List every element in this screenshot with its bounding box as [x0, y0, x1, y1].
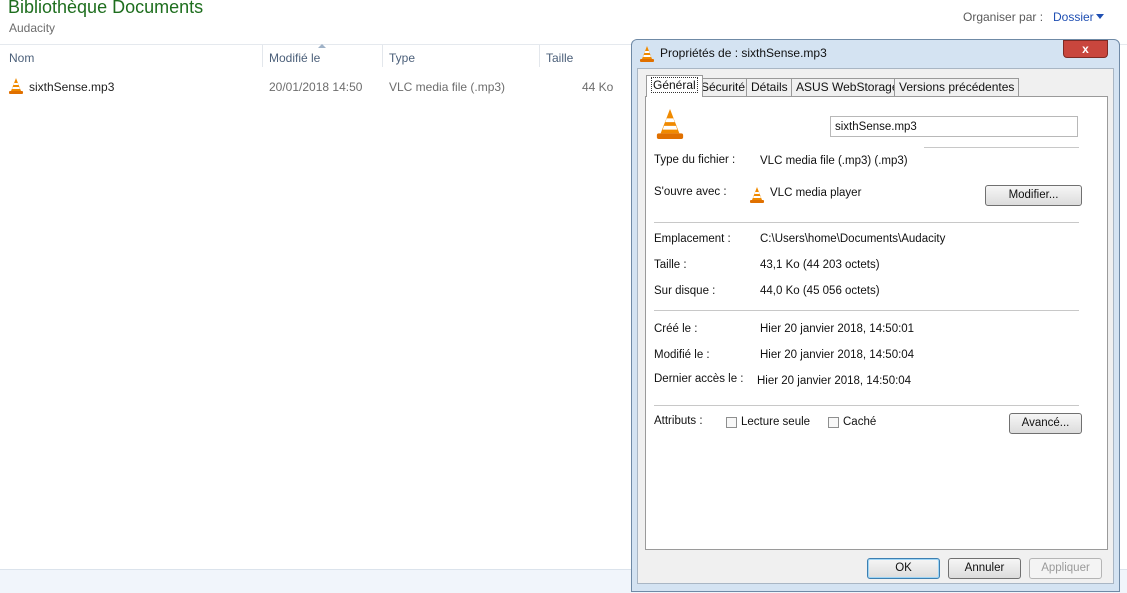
column-header-modified[interactable]: Modifié le — [269, 51, 320, 65]
apply-button[interactable]: Appliquer — [1029, 558, 1102, 579]
modify-button[interactable]: Modifier... — [985, 185, 1082, 206]
column-divider[interactable] — [539, 45, 540, 67]
organize-label: Organiser par : — [963, 10, 1044, 24]
readonly-checkbox[interactable] — [726, 417, 737, 428]
attributes-label: Attributs : — [654, 415, 703, 427]
file-type: VLC media file (.mp3) — [389, 80, 506, 94]
column-header-name[interactable]: Nom — [9, 51, 34, 65]
advanced-button[interactable]: Avancé... — [1009, 413, 1082, 434]
tab-asus-webstorage[interactable]: ASUS WebStorage — [791, 78, 904, 96]
disk-size-label: Sur disque : — [654, 285, 716, 297]
location-value: C:\Users\home\Documents\Audacity — [760, 233, 946, 245]
size-label: Taille : — [654, 259, 687, 271]
hidden-label[interactable]: Caché — [843, 416, 876, 428]
disk-size-value: 44,0 Ko (45 056 octets) — [760, 285, 880, 297]
library-title: Bibliothèque Documents — [8, 0, 204, 17]
tab-details[interactable]: Détails — [746, 78, 793, 96]
divider — [654, 222, 1079, 223]
organize-dropdown[interactable]: Dossier — [1053, 10, 1094, 24]
tab-security[interactable]: Sécurité — [696, 78, 751, 96]
modified-label: Modifié le : — [654, 349, 710, 361]
library-subtitle: Audacity — [9, 21, 56, 35]
file-name-field[interactable] — [830, 116, 1078, 137]
vlc-cone-icon — [656, 109, 684, 139]
vlc-cone-icon — [9, 78, 23, 94]
type-label: Type du fichier : — [654, 154, 736, 166]
tab-label: Général — [651, 77, 698, 93]
file-modified: 20/01/2018 14:50 — [269, 80, 363, 94]
properties-dialog: Propriétés de : sixthSense.mp3 x Général… — [631, 39, 1120, 592]
divider — [924, 147, 1079, 148]
modified-value: Hier 20 janvier 2018, 14:50:04 — [760, 349, 915, 361]
hidden-checkbox[interactable] — [828, 417, 839, 428]
created-value: Hier 20 janvier 2018, 14:50:01 — [760, 323, 915, 335]
tab-general[interactable]: Général — [646, 75, 703, 97]
column-header-type[interactable]: Type — [389, 51, 415, 65]
type-value: VLC media file (.mp3) (.mp3) — [760, 155, 908, 167]
cancel-button[interactable]: Annuler — [948, 558, 1021, 579]
divider — [654, 310, 1079, 311]
vlc-cone-icon — [640, 46, 654, 62]
accessed-label: Dernier accès le : — [654, 373, 744, 385]
opens-with-label: S'ouvre avec : — [654, 186, 727, 198]
close-button[interactable]: x — [1063, 40, 1108, 58]
accessed-value: Hier 20 janvier 2018, 14:50:04 — [757, 375, 912, 387]
column-divider[interactable] — [262, 45, 263, 67]
size-value: 43,1 Ko (44 203 octets) — [760, 259, 880, 271]
dialog-title: Propriétés de : sixthSense.mp3 — [660, 46, 827, 60]
created-label: Créé le : — [654, 323, 698, 335]
readonly-label[interactable]: Lecture seule — [741, 416, 810, 428]
column-divider[interactable] — [382, 45, 383, 67]
ok-button[interactable]: OK — [867, 558, 940, 579]
vlc-cone-icon — [750, 187, 764, 203]
location-label: Emplacement : — [654, 233, 731, 245]
column-header-size[interactable]: Taille — [546, 51, 573, 65]
opens-with-value: VLC media player — [770, 187, 862, 199]
sort-arrow-icon — [318, 44, 326, 48]
file-name: sixthSense.mp3 — [29, 80, 115, 94]
file-size: 44 Ko — [582, 80, 614, 94]
divider — [654, 405, 1079, 406]
tab-previous-versions[interactable]: Versions précédentes — [894, 78, 1020, 96]
chevron-down-icon[interactable] — [1096, 14, 1104, 19]
